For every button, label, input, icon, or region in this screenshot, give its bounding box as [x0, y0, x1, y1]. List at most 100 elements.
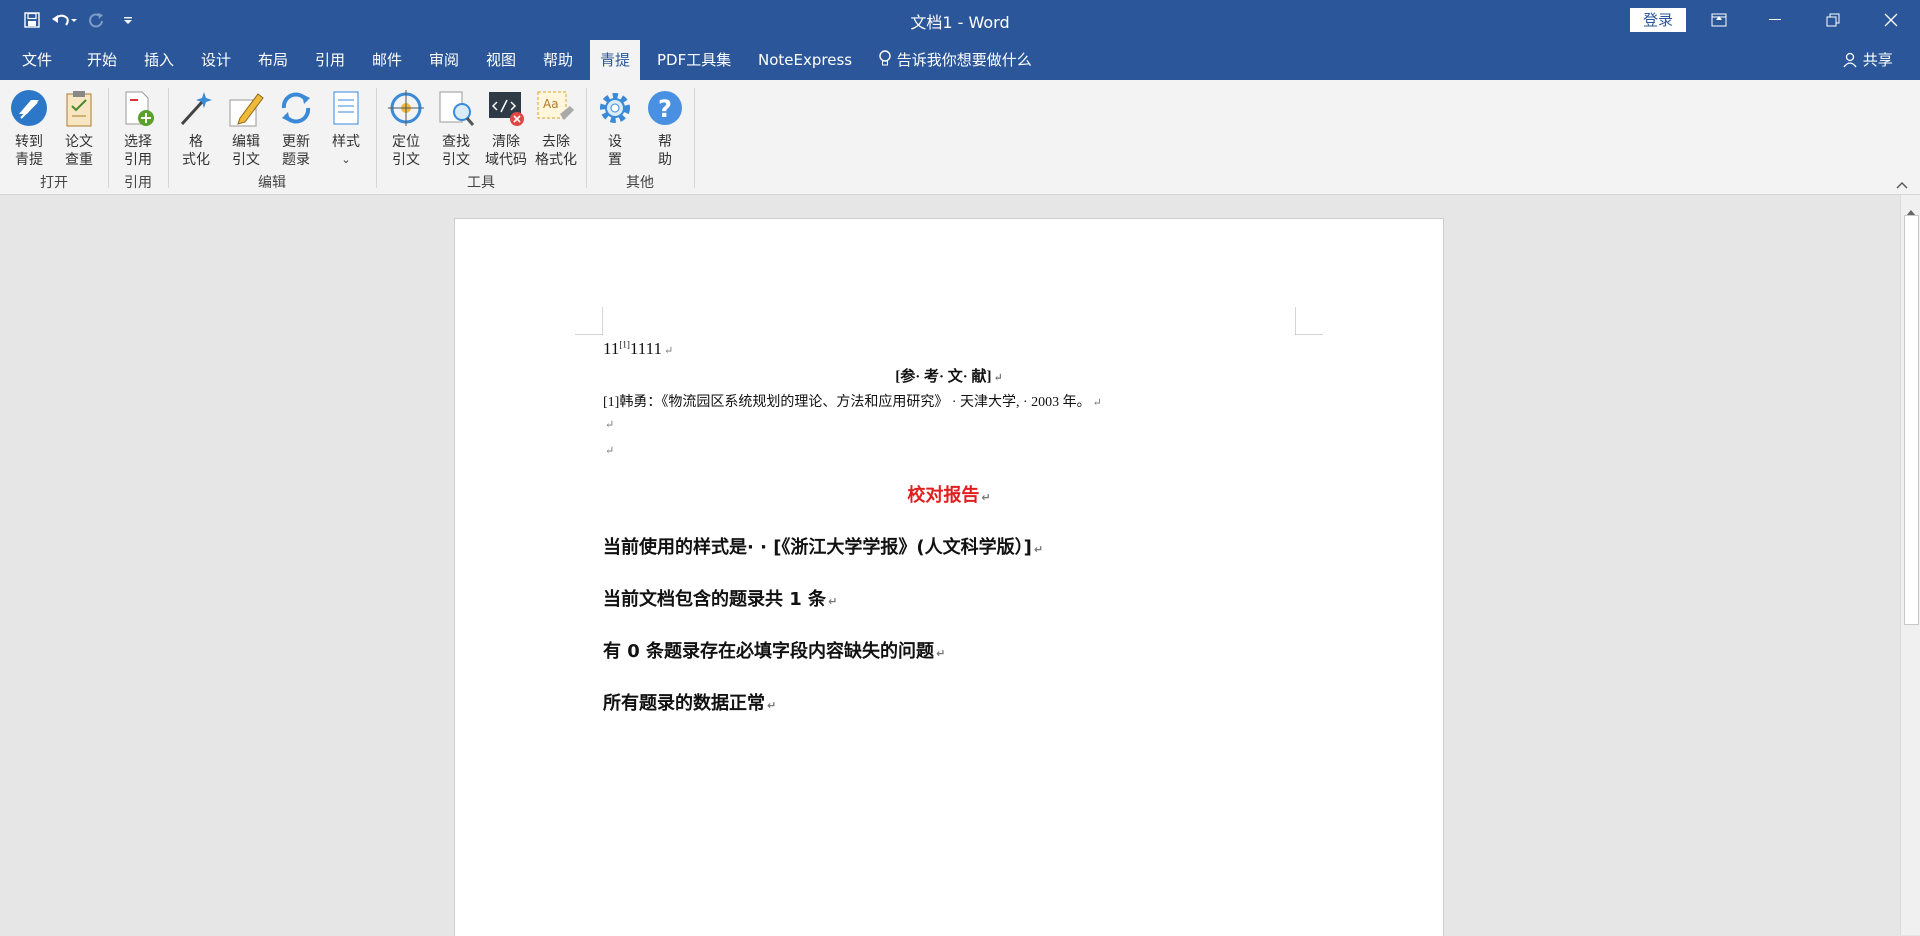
- goto-qingti-button[interactable]: 转到 青提: [5, 86, 53, 170]
- scrollbar-thumb[interactable]: [1904, 215, 1919, 625]
- button-label: 格: [189, 134, 203, 150]
- reference-text: [1]韩勇：《物流园区系统规划的理论、方法和应用研究》 · 天津大学, · 20…: [603, 395, 1091, 410]
- customize-qat-icon[interactable]: [114, 6, 142, 34]
- report-title-text: 校对报告: [907, 485, 980, 506]
- references-heading: [参· 考· 文· 献] ↵: [455, 365, 1443, 386]
- tab-file[interactable]: 文件: [12, 40, 62, 80]
- edit-citation-button[interactable]: 编辑 引文: [222, 86, 270, 170]
- tab-help[interactable]: 帮助: [533, 40, 583, 80]
- citation-marker[interactable]: [1]: [619, 339, 630, 349]
- tab-insert[interactable]: 插入: [134, 40, 184, 80]
- close-icon[interactable]: [1868, 0, 1914, 40]
- button-label: 引文: [232, 152, 260, 168]
- button-label: 样式: [332, 134, 360, 150]
- ribbon-display-options-icon[interactable]: [1696, 0, 1742, 40]
- report-line-count: 当前文档包含的题录共 1 条 ↵: [603, 585, 837, 611]
- document-page[interactable]: 11[1]1111 ↵ [参· 考· 文· 献] ↵ [1]韩勇：《物流园区系统规划…: [454, 218, 1444, 936]
- tab-pdf-tools[interactable]: PDF工具集: [647, 40, 741, 80]
- paragraph-mark: ↵: [1092, 397, 1102, 409]
- paragraph-mark: ↵: [663, 345, 674, 357]
- heading-text: [参· 考· 文· 献]: [895, 369, 992, 385]
- magnifier-document-icon: [439, 91, 475, 126]
- person-icon: [1843, 52, 1857, 68]
- button-label: 助: [658, 152, 672, 168]
- remove-format-button[interactable]: Aa 去除 格式化: [532, 86, 580, 170]
- group-label-open: 打开: [40, 175, 68, 191]
- tab-layout[interactable]: 布局: [248, 40, 298, 80]
- group-label-other: 其他: [626, 175, 654, 191]
- help-button[interactable]: ? 帮 助: [641, 86, 689, 170]
- collapse-ribbon-icon[interactable]: [1896, 174, 1908, 193]
- code-clear-icon: [489, 92, 524, 126]
- button-label: 题录: [282, 152, 310, 168]
- eraser-format-icon: Aa: [537, 91, 574, 120]
- crop-mark: [575, 307, 603, 335]
- button-label: 引用: [124, 152, 152, 168]
- group-separator: [694, 88, 695, 188]
- select-citation-button[interactable]: 选择 引用: [114, 86, 162, 170]
- report-line-missing: 有 0 条题录存在必填字段内容缺失的问题 ↵: [603, 637, 945, 663]
- vertical-scrollbar[interactable]: [1900, 195, 1920, 935]
- pencil-icon: [229, 93, 264, 127]
- tell-me-search[interactable]: 告诉我你想要做什么: [868, 40, 1042, 80]
- tell-me-label: 告诉我你想要做什么: [896, 51, 1032, 69]
- button-label: 去除: [542, 134, 570, 150]
- tab-references[interactable]: 引用: [305, 40, 355, 80]
- update-records-button[interactable]: 更新 题录: [272, 86, 320, 170]
- button-label: 式化: [182, 152, 210, 168]
- paragraph-mark: ↵: [605, 419, 615, 431]
- group-label-edit: 编辑: [258, 175, 286, 191]
- text-run: 11: [603, 339, 620, 358]
- report-text: 所有题录的数据正常: [603, 693, 765, 714]
- svg-text:?: ?: [658, 95, 672, 123]
- paragraph-mark: ↵: [605, 445, 615, 457]
- reference-entry[interactable]: [1]韩勇：《物流园区系统规划的理论、方法和应用研究》 · 天津大学, · 20…: [603, 391, 1102, 411]
- clear-field-code-button[interactable]: 清除 域代码: [482, 86, 530, 170]
- paragraph-mark: ↵: [828, 595, 838, 608]
- style-document-icon: [333, 91, 359, 125]
- paragraph-mark: ↵: [1033, 543, 1044, 556]
- format-button[interactable]: 格 式化: [172, 86, 220, 170]
- restore-icon[interactable]: [1810, 0, 1856, 40]
- qingti-logo-icon: [11, 90, 47, 126]
- clipboard-check-icon: [66, 91, 92, 127]
- tab-mailings[interactable]: 邮件: [362, 40, 412, 80]
- button-label: 定位: [392, 134, 420, 150]
- tab-home[interactable]: 开始: [77, 40, 127, 80]
- paragraph-mark: ↵: [767, 699, 777, 712]
- button-label: 更新: [282, 134, 310, 150]
- paragraph-mark: ↵: [993, 372, 1003, 384]
- svg-text:Aa: Aa: [543, 97, 559, 111]
- button-label: 青提: [15, 152, 43, 168]
- quick-access-toolbar: [18, 6, 142, 34]
- find-citation-button[interactable]: 查找 引文: [432, 86, 480, 170]
- tab-noteexpress[interactable]: NoteExpress: [748, 40, 862, 80]
- empty-paragraph: ↵: [603, 417, 614, 433]
- ribbon-qingti: 转到 青提 论文 查重 选择 引用 格 式化 编辑 引文 更新 题录 样式 ⌄ …: [0, 80, 1920, 195]
- lightbulb-icon: [879, 50, 891, 66]
- settings-button[interactable]: 设 置: [591, 86, 639, 170]
- button-label: 设: [608, 134, 622, 150]
- crop-mark: [1295, 307, 1323, 335]
- login-button[interactable]: 登录: [1630, 8, 1686, 32]
- tab-view[interactable]: 视图: [476, 40, 526, 80]
- share-button[interactable]: 共享: [1832, 40, 1903, 80]
- button-label: 查找: [442, 134, 470, 150]
- group-label-tools: 工具: [467, 175, 495, 191]
- paper-check-button[interactable]: 论文 查重: [55, 86, 103, 170]
- tab-review[interactable]: 审阅: [419, 40, 469, 80]
- style-dropdown[interactable]: 样式 ⌄: [322, 86, 370, 170]
- chevron-down-icon: ⌄: [341, 153, 351, 166]
- button-label: 清除: [492, 134, 520, 150]
- undo-icon[interactable]: [50, 6, 78, 34]
- locate-citation-button[interactable]: 定位 引文: [382, 86, 430, 170]
- button-label: 编辑: [232, 134, 260, 150]
- button-label: 引文: [392, 152, 420, 168]
- save-icon[interactable]: [18, 6, 46, 34]
- button-label: 格式化: [535, 152, 577, 168]
- tab-design[interactable]: 设计: [191, 40, 241, 80]
- magic-wand-icon: [180, 92, 212, 126]
- redo-icon[interactable]: [82, 6, 110, 34]
- tab-qingti[interactable]: 青提: [590, 40, 641, 80]
- minimize-icon[interactable]: [1752, 0, 1798, 40]
